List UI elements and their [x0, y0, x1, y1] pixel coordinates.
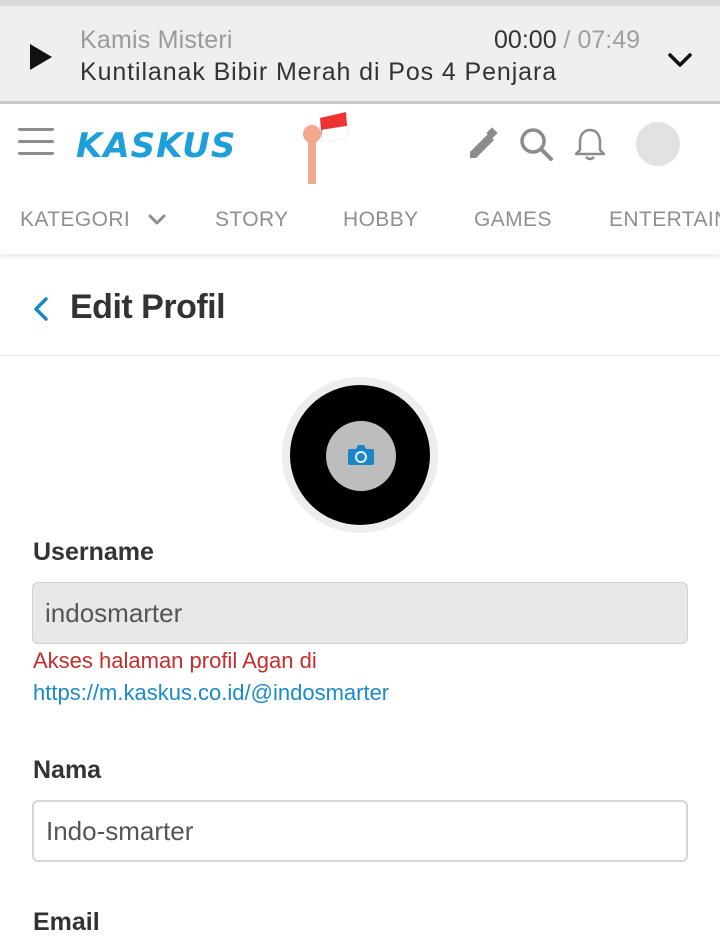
username-label: Username [33, 538, 154, 566]
player-time: 00:00 / 07:49 [494, 26, 640, 55]
chevron-left-icon[interactable] [30, 294, 52, 324]
nav-story[interactable]: STORY [215, 208, 289, 232]
page-title: Edit Profil [70, 288, 226, 326]
name-field[interactable] [32, 800, 688, 862]
name-label: Nama [33, 756, 102, 784]
user-avatar[interactable] [636, 122, 680, 166]
profile-hint: Akses halaman profil Agan di [33, 648, 317, 673]
play-button[interactable] [24, 40, 56, 74]
logo-text-main: KASKUS [76, 126, 237, 166]
player-subtitle: Kamis Misteri [80, 26, 233, 54]
nav-hobby[interactable]: HOBBY [343, 208, 419, 232]
change-photo-button[interactable] [326, 421, 396, 491]
chevron-down-icon[interactable] [148, 214, 166, 226]
page-header: Edit Profil [0, 260, 720, 356]
nav-entertainment[interactable]: ENTERTAIN [609, 208, 720, 232]
bell-icon[interactable] [572, 126, 608, 162]
logo-flag-icon [303, 112, 349, 184]
player-title: Kuntilanak Bibir Merah di Pos 4 Penjara [80, 58, 558, 86]
profile-link[interactable]: https://m.kaskus.co.id/@indosmarter [33, 680, 389, 706]
email-label: Email [33, 908, 100, 936]
username-field[interactable] [32, 582, 688, 644]
search-icon[interactable] [518, 126, 554, 162]
kaskus-logo[interactable]: KASKUS [76, 110, 356, 184]
nav-kategori[interactable]: KATEGORI [20, 208, 130, 232]
audio-player-bar: Kamis Misteri 00:00 / 07:49 Kuntilanak B… [0, 0, 720, 104]
pencil-icon[interactable] [464, 126, 500, 162]
menu-icon[interactable] [18, 128, 54, 160]
play-icon [30, 44, 52, 70]
duration: 07:49 [577, 26, 640, 54]
chevron-down-icon [668, 53, 692, 67]
category-nav: KATEGORI STORY HOBBY GAMES ENTERTAIN [0, 188, 720, 254]
site-header: KASKUS [0, 104, 720, 188]
collapse-player-button[interactable] [664, 46, 696, 74]
time-separator: / [556, 26, 578, 54]
nav-games[interactable]: GAMES [474, 208, 552, 232]
logo-text: KASKUS [76, 126, 236, 166]
camera-icon [348, 445, 374, 465]
current-time: 00:00 [494, 26, 557, 54]
